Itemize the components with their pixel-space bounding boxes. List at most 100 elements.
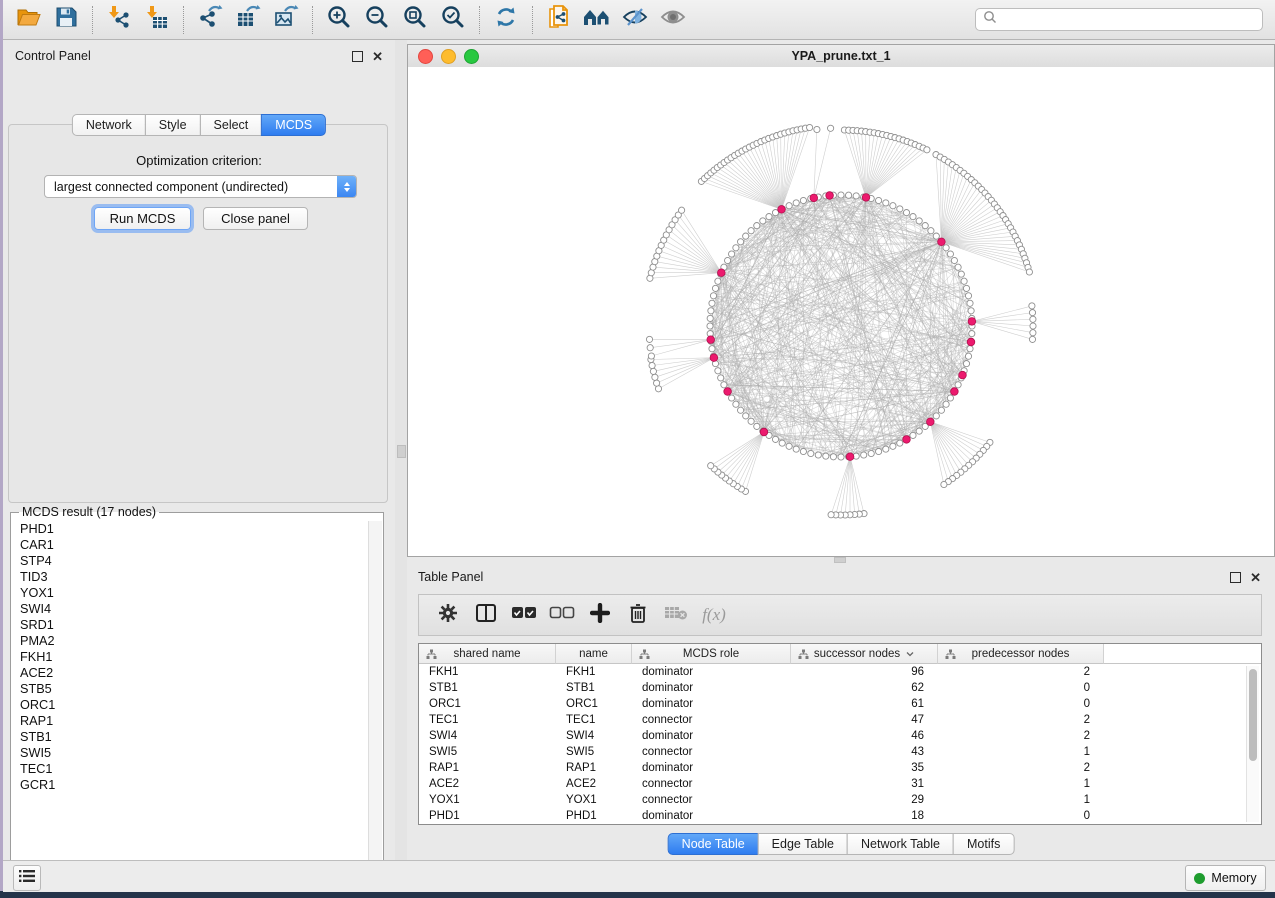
table-row[interactable]: FKH1FKH1dominator962 xyxy=(419,664,1261,680)
table-row[interactable]: ORC1ORC1dominator610 xyxy=(419,696,1261,712)
export-image-icon xyxy=(273,4,299,35)
table-cell: 43 xyxy=(791,744,938,760)
table-panel-tabs: Node TableEdge TableNetwork TableMotifs xyxy=(668,833,1015,855)
table-cell: 62 xyxy=(791,680,938,696)
mcds-result-item[interactable]: PHD1 xyxy=(20,521,369,537)
zoom-in-button[interactable] xyxy=(320,4,358,36)
splitter-grip-icon[interactable] xyxy=(397,445,406,458)
tab-edge-table[interactable]: Edge Table xyxy=(758,833,848,855)
mcds-result-item[interactable]: YOX1 xyxy=(20,585,369,601)
import-network-button[interactable] xyxy=(100,4,138,36)
task-history-button[interactable] xyxy=(13,865,41,891)
search-box[interactable] xyxy=(975,8,1263,31)
float-panel-icon[interactable] xyxy=(1230,572,1241,583)
column-header-MCDS-role[interactable]: MCDS role xyxy=(632,644,791,664)
delete-column-button[interactable] xyxy=(621,599,655,631)
table-cell: STB1 xyxy=(556,680,632,696)
export-network-button[interactable] xyxy=(191,4,229,36)
control-panel-tabs: NetworkStyleSelectMCDS xyxy=(72,114,326,136)
tab-network-table[interactable]: Network Table xyxy=(847,833,954,855)
export-image-button[interactable] xyxy=(267,4,305,36)
float-panel-icon[interactable] xyxy=(352,51,363,62)
network-window-titlebar[interactable]: YPA_prune.txt_1 xyxy=(408,45,1274,68)
close-panel-button[interactable]: Close panel xyxy=(203,207,308,230)
table-row[interactable]: RAP1RAP1dominator352 xyxy=(419,760,1261,776)
deselect-all-button[interactable] xyxy=(545,599,579,631)
export-table-button[interactable] xyxy=(229,4,267,36)
tab-mcds[interactable]: MCDS xyxy=(261,114,326,136)
mcds-result-item[interactable]: PMA2 xyxy=(20,633,369,649)
save-session-button[interactable] xyxy=(47,4,85,36)
close-panel-icon[interactable]: ✕ xyxy=(1250,573,1261,582)
tab-style[interactable]: Style xyxy=(145,114,201,136)
mcds-result-item[interactable]: TID3 xyxy=(20,569,369,585)
column-header-successor-nodes[interactable]: successor nodes xyxy=(791,644,938,664)
close-panel-icon[interactable]: ✕ xyxy=(372,52,383,61)
table-row[interactable]: STB1STB1dominator620 xyxy=(419,680,1261,696)
function-builder-button[interactable]: f(x) xyxy=(697,599,731,631)
optimization-criterion-dropdown[interactable]: largest connected component (undirected) xyxy=(44,175,357,198)
status-bar: Memory xyxy=(3,860,1275,892)
mcds-result-scrollbar[interactable] xyxy=(368,521,382,875)
table-settings-button[interactable] xyxy=(431,599,465,631)
delete-table-button[interactable] xyxy=(659,599,693,631)
table-row[interactable]: SWI4SWI4dominator462 xyxy=(419,728,1261,744)
zoom-out-button[interactable] xyxy=(358,4,396,36)
mcds-result-item[interactable]: FKH1 xyxy=(20,649,369,665)
open-file-button[interactable] xyxy=(9,4,47,36)
mcds-result-list[interactable]: PHD1CAR1STP4TID3YOX1SWI4SRD1PMA2FKH1ACE2… xyxy=(12,521,369,875)
hide-panels-button[interactable] xyxy=(578,4,616,36)
network-canvas[interactable] xyxy=(408,67,1274,556)
memory-status-icon xyxy=(1194,873,1205,884)
zoom-fit-button[interactable] xyxy=(396,4,434,36)
vertical-splitter[interactable] xyxy=(395,40,407,860)
tab-network[interactable]: Network xyxy=(72,114,146,136)
memory-button[interactable]: Memory xyxy=(1185,865,1266,891)
eye-icon xyxy=(659,5,687,34)
mcds-result-item[interactable]: STB5 xyxy=(20,681,369,697)
table-panel-title: Table Panel xyxy=(418,570,483,584)
run-mcds-button[interactable]: Run MCDS xyxy=(94,207,191,230)
column-header-name[interactable]: name xyxy=(556,644,632,664)
mcds-result-item[interactable]: TEC1 xyxy=(20,761,369,777)
network-window: YPA_prune.txt_1 xyxy=(407,44,1275,557)
select-all-button[interactable] xyxy=(507,599,541,631)
table-cell: STB1 xyxy=(419,680,556,696)
column-header-shared-name[interactable]: shared name xyxy=(419,644,556,664)
search-input[interactable] xyxy=(998,12,1262,28)
table-row[interactable]: SWI5SWI5connector431 xyxy=(419,744,1261,760)
mcds-result-item[interactable]: RAP1 xyxy=(20,713,369,729)
refresh-view-button[interactable] xyxy=(487,4,525,36)
tab-motifs[interactable]: Motifs xyxy=(953,833,1014,855)
hide-graphics-details-button[interactable] xyxy=(616,4,654,36)
table-scrollbar[interactable] xyxy=(1246,666,1259,822)
table-scrollbar-thumb[interactable] xyxy=(1249,669,1257,761)
zoom-selected-button[interactable] xyxy=(434,4,472,36)
mcds-result-item[interactable]: STP4 xyxy=(20,553,369,569)
table-panel: Table Panel ✕ xyxy=(407,563,1275,860)
mcds-result-item[interactable]: SRD1 xyxy=(20,617,369,633)
import-table-button[interactable] xyxy=(138,4,176,36)
mcds-result-item[interactable]: SWI4 xyxy=(20,601,369,617)
table-row[interactable]: PHD1PHD1dominator180 xyxy=(419,808,1261,824)
table-cell: connector xyxy=(632,712,791,728)
share-document-button[interactable] xyxy=(540,4,578,36)
show-graphics-details-button[interactable] xyxy=(654,4,692,36)
create-column-button[interactable] xyxy=(583,599,617,631)
zoom-selected-icon xyxy=(440,4,466,35)
mcds-result-item[interactable]: ACE2 xyxy=(20,665,369,681)
tab-select[interactable]: Select xyxy=(200,114,263,136)
table-row[interactable]: TEC1TEC1connector472 xyxy=(419,712,1261,728)
mcds-result-item[interactable]: SWI5 xyxy=(20,745,369,761)
show-columns-button[interactable] xyxy=(469,599,503,631)
table-cell: ORC1 xyxy=(556,696,632,712)
table-row[interactable]: YOX1YOX1connector291 xyxy=(419,792,1261,808)
table-cell: 96 xyxy=(791,664,938,680)
mcds-result-item[interactable]: STB1 xyxy=(20,729,369,745)
mcds-result-item[interactable]: ORC1 xyxy=(20,697,369,713)
table-row[interactable]: ACE2ACE2connector311 xyxy=(419,776,1261,792)
column-header-predecessor-nodes[interactable]: predecessor nodes xyxy=(938,644,1104,664)
mcds-result-item[interactable]: CAR1 xyxy=(20,537,369,553)
mcds-result-item[interactable]: GCR1 xyxy=(20,777,369,793)
tab-node-table[interactable]: Node Table xyxy=(668,833,759,855)
